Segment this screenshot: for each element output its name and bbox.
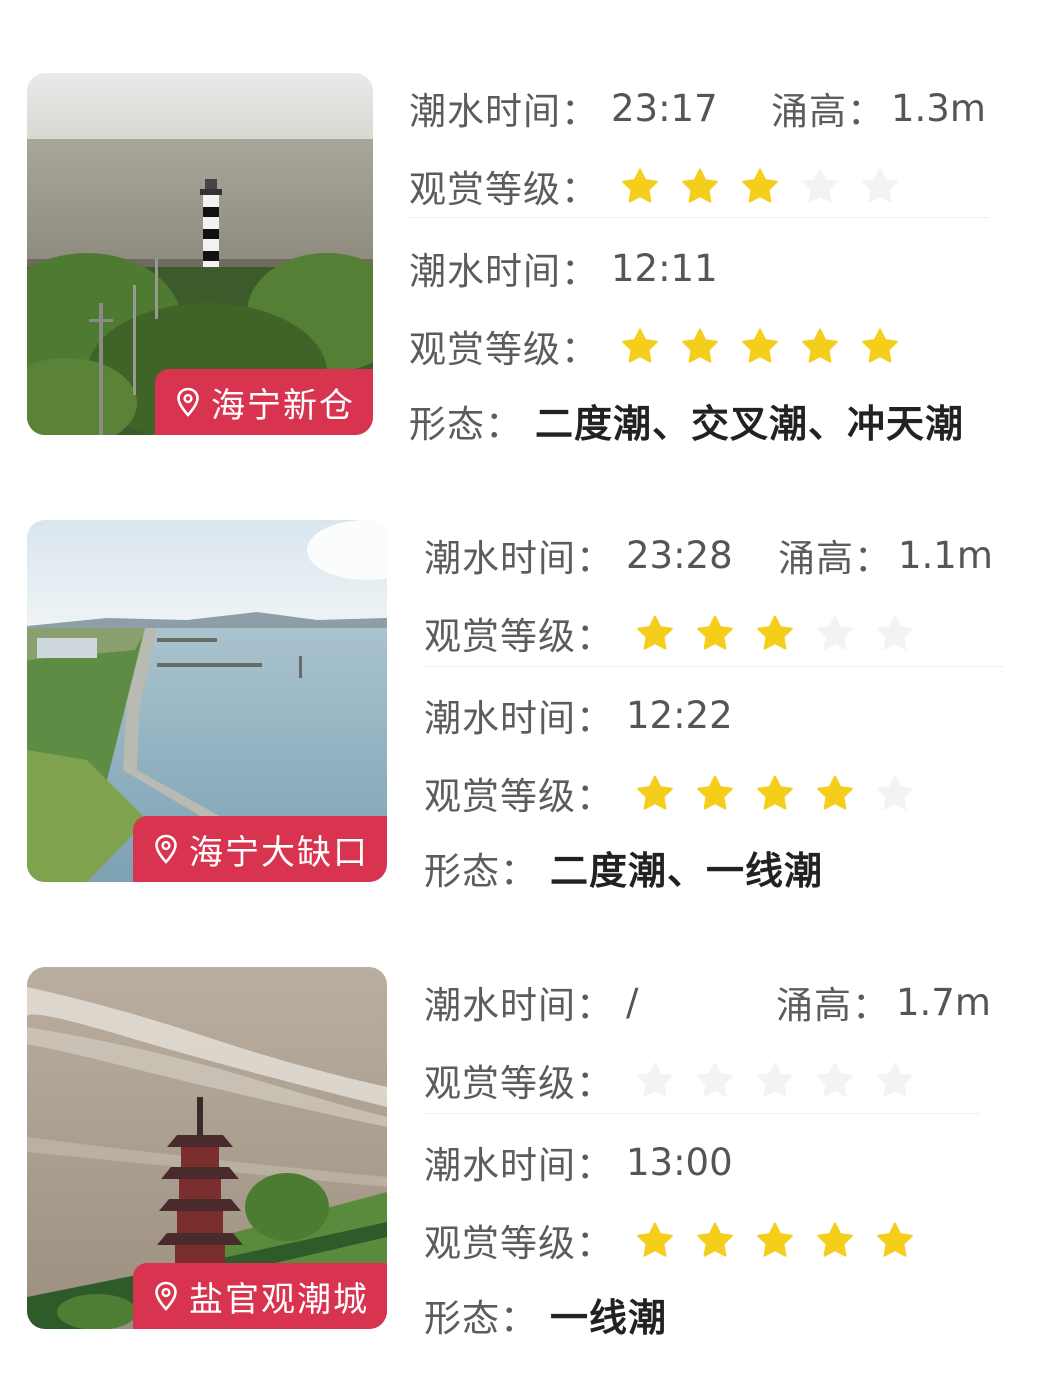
location-pin-icon <box>155 834 177 864</box>
star-filled-icon <box>697 775 733 810</box>
location-name: 海宁大缺口 <box>189 832 369 873</box>
tide-form-value: 一线潮 <box>550 1296 668 1340</box>
location-card-haining-daquekou[interactable]: 海宁大缺口 潮水时间： 23:28 涌高： 1.1m 观赏等级： 潮水时间： 1… <box>27 520 1027 893</box>
star-filled-icon <box>637 1222 673 1257</box>
tide-time-value: 12:22 <box>626 693 733 737</box>
star-filled-icon <box>742 168 778 203</box>
location-badge: 盐官观潮城 <box>133 1263 387 1329</box>
divider <box>424 666 1004 667</box>
tide-time-label: 潮水时间： <box>424 697 614 740</box>
star-empty-icon <box>877 615 913 650</box>
star-filled-icon <box>622 328 658 363</box>
rating-stars <box>636 1221 914 1259</box>
star-filled-icon <box>757 1222 793 1257</box>
tide-time-value: 12:11 <box>611 246 718 290</box>
star-filled-icon <box>862 328 898 363</box>
tide-form-label: 形态： <box>409 402 523 446</box>
tide-time-value: 13:00 <box>626 1140 733 1184</box>
tide-info: 潮水时间： 23:17 涌高： 1.3m 观赏等级： 潮水时间： 12:11 观… <box>409 73 1009 446</box>
star-empty-icon <box>877 775 913 810</box>
location-badge: 海宁新仓 <box>155 369 373 435</box>
star-empty-icon <box>697 1062 733 1097</box>
star-empty-icon <box>817 615 853 650</box>
rating-stars <box>636 614 914 652</box>
divider <box>409 217 989 218</box>
tide-time-label: 潮水时间： <box>424 984 614 1027</box>
location-card-yanguan[interactable]: 盐官观潮城 潮水时间： / 涌高： 1.7m 观赏等级： 潮水时间： 13:00… <box>27 967 1027 1340</box>
tide-time-label: 潮水时间： <box>409 250 599 293</box>
rating-label: 观赏等级： <box>409 328 599 371</box>
rating-label: 观赏等级： <box>409 168 599 211</box>
tide-height-value: 1.7m <box>896 980 991 1024</box>
tide-time-label: 潮水时间： <box>424 1144 614 1187</box>
tide-form-value: 二度潮、一线潮 <box>550 849 824 893</box>
star-filled-icon <box>682 168 718 203</box>
star-filled-icon <box>757 775 793 810</box>
location-photo[interactable]: 盐官观潮城 <box>27 967 387 1329</box>
location-photo[interactable]: 海宁新仓 <box>27 73 373 435</box>
location-card-haining-xincang[interactable]: 海宁新仓 潮水时间： 23:17 涌高： 1.3m 观赏等级： 潮水时间： 12… <box>27 73 1027 446</box>
star-filled-icon <box>877 1222 913 1257</box>
star-empty-icon <box>637 1062 673 1097</box>
star-filled-icon <box>697 615 733 650</box>
tide-time-value: 23:28 <box>626 533 733 577</box>
location-pin-icon <box>155 1281 177 1311</box>
star-empty-icon <box>802 168 838 203</box>
rating-stars <box>636 1061 914 1099</box>
tide-time-value: / <box>626 980 639 1024</box>
tide-form-value: 二度潮、交叉潮、冲天潮 <box>535 402 965 446</box>
tide-height-label: 涌高： <box>778 537 892 580</box>
tide-height-label: 涌高： <box>771 90 885 133</box>
star-empty-icon <box>817 1062 853 1097</box>
star-filled-icon <box>637 775 673 810</box>
location-name: 盐官观潮城 <box>189 1279 369 1320</box>
tide-form-label: 形态： <box>424 849 538 893</box>
star-empty-icon <box>757 1062 793 1097</box>
tide-time-label: 潮水时间： <box>409 90 599 133</box>
star-filled-icon <box>817 1222 853 1257</box>
rating-stars <box>621 327 899 365</box>
star-filled-icon <box>802 328 838 363</box>
tide-height-value: 1.3m <box>891 86 986 130</box>
star-filled-icon <box>682 328 718 363</box>
star-empty-icon <box>877 1062 913 1097</box>
star-empty-icon <box>862 168 898 203</box>
rating-label: 观赏等级： <box>424 1222 614 1265</box>
tide-time-value: 23:17 <box>611 86 718 130</box>
tide-info: 潮水时间： 23:28 涌高： 1.1m 观赏等级： 潮水时间： 12:22 观… <box>424 520 1014 893</box>
rating-stars <box>621 167 899 205</box>
location-name: 海宁新仓 <box>211 385 355 426</box>
star-filled-icon <box>817 775 853 810</box>
rating-stars <box>636 774 914 812</box>
star-filled-icon <box>697 1222 733 1257</box>
rating-label: 观赏等级： <box>424 1062 614 1105</box>
rating-label: 观赏等级： <box>424 775 614 818</box>
rating-label: 观赏等级： <box>424 615 614 658</box>
star-filled-icon <box>637 615 673 650</box>
location-photo[interactable]: 海宁大缺口 <box>27 520 387 882</box>
star-filled-icon <box>622 168 658 203</box>
tide-form-label: 形态： <box>424 1296 538 1340</box>
location-pin-icon <box>177 387 199 417</box>
star-filled-icon <box>742 328 778 363</box>
divider <box>424 1113 980 1114</box>
tide-height-label: 涌高： <box>776 984 890 1027</box>
tide-time-label: 潮水时间： <box>424 537 614 580</box>
tide-info: 潮水时间： / 涌高： 1.7m 观赏等级： 潮水时间： 13:00 观赏等级：… <box>424 967 1014 1340</box>
tide-height-value: 1.1m <box>898 533 993 577</box>
star-filled-icon <box>757 615 793 650</box>
location-badge: 海宁大缺口 <box>133 816 387 882</box>
